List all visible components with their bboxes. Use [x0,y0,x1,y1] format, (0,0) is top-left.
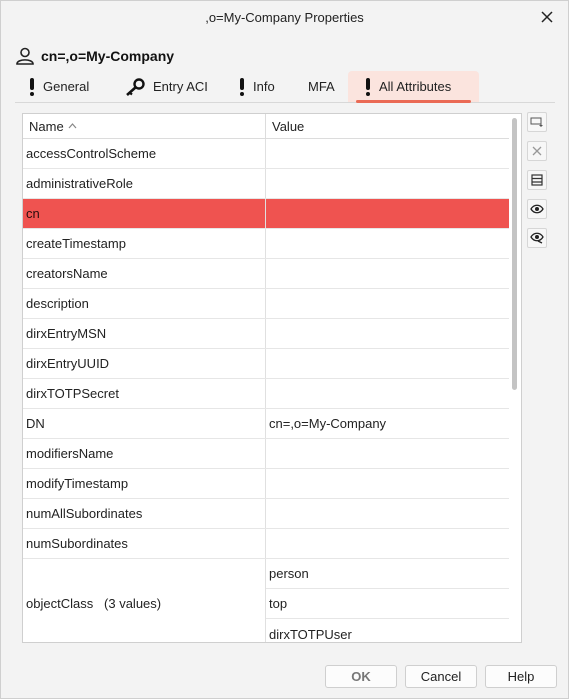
exclamation-icon [239,77,245,96]
attribute-value[interactable] [266,199,509,228]
sort-ascending-icon [68,121,77,132]
attribute-name: dirxEntryMSN [23,319,266,348]
table-row[interactable]: dirxEntryUUID [23,349,509,379]
entry-header: cn=,o=My-Company [15,45,174,67]
attribute-value[interactable] [266,319,509,348]
ok-button[interactable]: OK [325,665,397,688]
attribute-value[interactable] [266,499,509,528]
window-title: ,o=My-Company Properties [205,9,364,25]
close-button[interactable] [536,6,558,28]
table-row-multivalue[interactable]: objectClass (3 values) person top dirxTO… [23,559,509,642]
close-icon [541,11,553,23]
attribute-name: modifyTimestamp [23,469,266,498]
attribute-name: createTimestamp [23,229,266,258]
tab-label: All Attributes [379,79,452,94]
attribute-value[interactable]: person [266,559,509,589]
vertical-scrollbar[interactable] [511,116,519,640]
add-value-button[interactable] [527,112,547,132]
table-row[interactable]: description [23,289,509,319]
show-button[interactable] [527,199,547,219]
table-row[interactable]: numSubordinates [23,529,509,559]
attribute-name: DN [23,409,266,438]
hide-button[interactable] [527,228,547,248]
tab-all-attributes[interactable]: All Attributes [348,71,479,103]
tab-label: Info [253,79,275,94]
attribute-value[interactable] [266,169,509,198]
attribute-name: description [23,289,266,318]
attributes-grid: Name Value accessControlScheme administr… [22,113,522,643]
attribute-value[interactable] [266,349,509,378]
table-row-selected[interactable]: cn [23,199,509,229]
grid-body: accessControlScheme administrativeRole c… [23,139,509,642]
attribute-value[interactable] [266,379,509,408]
entry-name: cn=,o=My-Company [41,48,175,64]
attribute-name: modifiersName [23,439,266,468]
attribute-value[interactable] [266,439,509,468]
key-icon [125,77,145,96]
table-row[interactable]: modifyTimestamp [23,469,509,499]
table-row[interactable]: accessControlScheme [23,139,509,169]
tab-label: General [43,79,90,94]
attribute-values: person top dirxTOTPUser [266,559,509,642]
attribute-value[interactable] [266,529,509,558]
attribute-value[interactable] [266,139,509,168]
person-icon [16,47,34,65]
exclamation-icon [365,77,371,96]
scrollbar-thumb[interactable] [512,118,517,390]
table-row[interactable]: administrativeRole [23,169,509,199]
attribute-name: administrativeRole [23,169,266,198]
tab-general[interactable]: General [29,71,89,102]
column-header-label: Name [29,119,64,134]
attribute-value[interactable] [266,469,509,498]
attribute-name: dirxTOTPSecret [23,379,266,408]
table-row[interactable]: createTimestamp [23,229,509,259]
attribute-name: numAllSubordinates [23,499,266,528]
delete-button[interactable] [527,141,547,161]
hide-icon [530,232,544,244]
show-icon [530,204,544,214]
help-button[interactable]: Help [485,665,557,688]
column-header-value[interactable]: Value [266,114,509,139]
attribute-value[interactable] [266,259,509,288]
column-header-name[interactable]: Name [23,114,266,139]
attribute-value[interactable]: cn=,o=My-Company [266,409,509,438]
attribute-toolbar [527,112,549,257]
table-row[interactable]: modifiersName [23,439,509,469]
attribute-value[interactable] [266,229,509,258]
tab-entry-aci[interactable]: Entry ACI [125,71,208,102]
attribute-name: numSubordinates [23,529,266,558]
edit-list-button[interactable] [527,170,547,190]
properties-dialog: ,o=My-Company Properties cn=,o=My-Compan… [0,0,569,699]
delete-icon [532,146,542,156]
tab-info[interactable]: Info [239,71,275,102]
edit-list-icon [531,174,543,186]
attribute-value[interactable]: dirxTOTPUser [266,619,509,642]
table-row[interactable]: DN cn=,o=My-Company [23,409,509,439]
tab-mfa[interactable]: MFA [308,71,335,102]
table-row[interactable]: numAllSubordinates [23,499,509,529]
dialog-buttons: OK Cancel Help [1,665,568,689]
tab-label: MFA [308,79,335,94]
attribute-value[interactable]: top [266,589,509,619]
table-row[interactable]: creatorsName [23,259,509,289]
attribute-name: dirxEntryUUID [23,349,266,378]
exclamation-icon [29,77,35,96]
title-bar: ,o=My-Company Properties [1,1,568,33]
table-row[interactable]: dirxTOTPSecret [23,379,509,409]
grid-header: Name Value [23,114,509,139]
tab-label: Entry ACI [153,79,208,94]
tab-bar: General Entry ACI Info MFA All Attribute… [15,71,555,103]
attribute-value[interactable] [266,289,509,318]
table-row[interactable]: dirxEntryMSN [23,319,509,349]
attribute-name: objectClass (3 values) [23,559,266,642]
add-value-icon [530,117,543,127]
column-header-label: Value [272,119,305,134]
attribute-name: accessControlScheme [23,139,266,168]
attribute-name: creatorsName [23,259,266,288]
attribute-name: cn [23,199,266,228]
cancel-button[interactable]: Cancel [405,665,477,688]
